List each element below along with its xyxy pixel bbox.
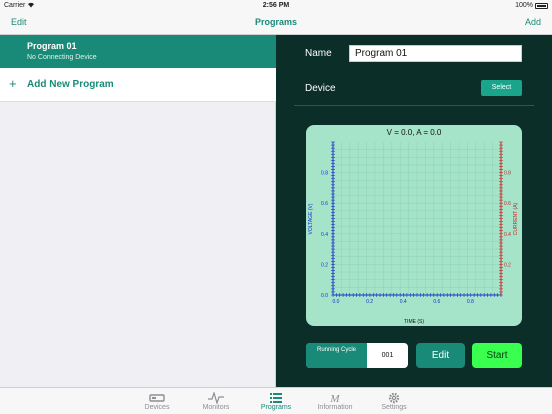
time-tick-label: 0.4	[400, 299, 407, 305]
tab-settings[interactable]: Settings	[369, 388, 419, 414]
divider	[294, 105, 534, 106]
voltage-tick-label: 0.4	[321, 232, 328, 238]
running-cycle-label: Running Cycle	[306, 343, 367, 368]
tab-devices[interactable]: Devices	[132, 388, 182, 414]
page-title: Programs	[254, 17, 298, 27]
time-tick-label: 0.6	[433, 299, 440, 305]
monitors-icon	[208, 391, 224, 405]
devices-icon	[149, 391, 165, 403]
status-time: 2:56 PM	[262, 2, 290, 9]
information-icon: M	[327, 391, 343, 405]
start-button[interactable]: Start	[472, 343, 522, 368]
edit-button[interactable]: Edit	[416, 343, 465, 368]
device-label: Device	[305, 83, 336, 94]
y2-axis-label: CURRENT (A)	[513, 202, 519, 235]
svg-text:M: M	[329, 393, 340, 404]
voltage-current-chart: 0.0 0.2 0.4 0.6 0.8 0.2 0.4 0.6 0.8 0.0 0.2 0.4 0.6 0…	[306, 125, 522, 326]
program-device-status: No Connecting Device	[27, 54, 97, 61]
program-detail-panel: Name Device Select 0.0 0.2 0.4 0.6 0.8 0.2 0.4…	[276, 35, 552, 387]
tab-programs[interactable]: Programs	[251, 388, 301, 414]
voltage-tick-label: 0.6	[321, 201, 328, 207]
status-bar: Carrier 2:56 PM 100%	[0, 0, 552, 12]
program-list-item[interactable]: Program 01 No Connecting Device	[0, 35, 276, 68]
time-tick-label: 0.8	[467, 299, 474, 305]
tab-information[interactable]: M Information	[310, 388, 360, 414]
tab-devices-label: Devices	[144, 404, 170, 411]
programs-icon	[268, 391, 284, 403]
voltage-tick-label: 0.2	[321, 262, 328, 268]
tab-monitors[interactable]: Monitors	[191, 388, 241, 414]
plus-icon: +	[9, 76, 17, 91]
program-name-input[interactable]	[349, 45, 522, 62]
add-new-program-label: Add New Program	[27, 79, 114, 90]
chart-title: V = 0.0, A = 0.0	[387, 128, 442, 137]
x-axis-label: TIME (S)	[404, 319, 424, 325]
tab-bar: Devices Monitors Programs M Information …	[0, 387, 552, 414]
tab-programs-label: Programs	[260, 404, 292, 411]
tab-settings-label: Settings	[381, 404, 407, 411]
battery-icon	[535, 3, 548, 9]
name-label: Name	[305, 48, 332, 59]
add-nav-button[interactable]: Add	[525, 17, 541, 27]
current-tick-label: 0.2	[504, 262, 511, 268]
add-new-program-button[interactable]: + Add New Program	[0, 68, 276, 102]
running-cycle-value[interactable]: 001	[367, 343, 408, 368]
current-tick-label: 0.4	[504, 232, 511, 238]
time-tick-label: 0.0	[333, 299, 340, 305]
tab-monitors-label: Monitors	[202, 404, 230, 411]
current-tick-label: 0.8	[504, 171, 511, 177]
navigation-bar: Edit Programs Add	[0, 12, 552, 35]
program-list-sidebar: Program 01 No Connecting Device + Add Ne…	[0, 35, 276, 387]
voltage-tick-label: 0.0	[321, 293, 328, 299]
tab-information-label: Information	[317, 404, 353, 411]
chart-svg: 0.0 0.2 0.4 0.6 0.8 0.2 0.4 0.6 0.8 0.0 0.2 0.4 0.6 0…	[308, 128, 519, 325]
running-cycle-control: Running Cycle 001	[306, 343, 408, 368]
battery-percent: 100%	[515, 2, 533, 9]
current-tick-label: 0.6	[504, 201, 511, 207]
y-axis-label: VOLTAGE (V)	[308, 203, 314, 234]
select-device-button[interactable]: Select	[481, 80, 522, 96]
gear-icon	[386, 391, 402, 404]
time-tick-label: 0.2	[366, 299, 373, 305]
voltage-tick-label: 0.8	[321, 171, 328, 177]
program-name: Program 01	[27, 41, 77, 51]
